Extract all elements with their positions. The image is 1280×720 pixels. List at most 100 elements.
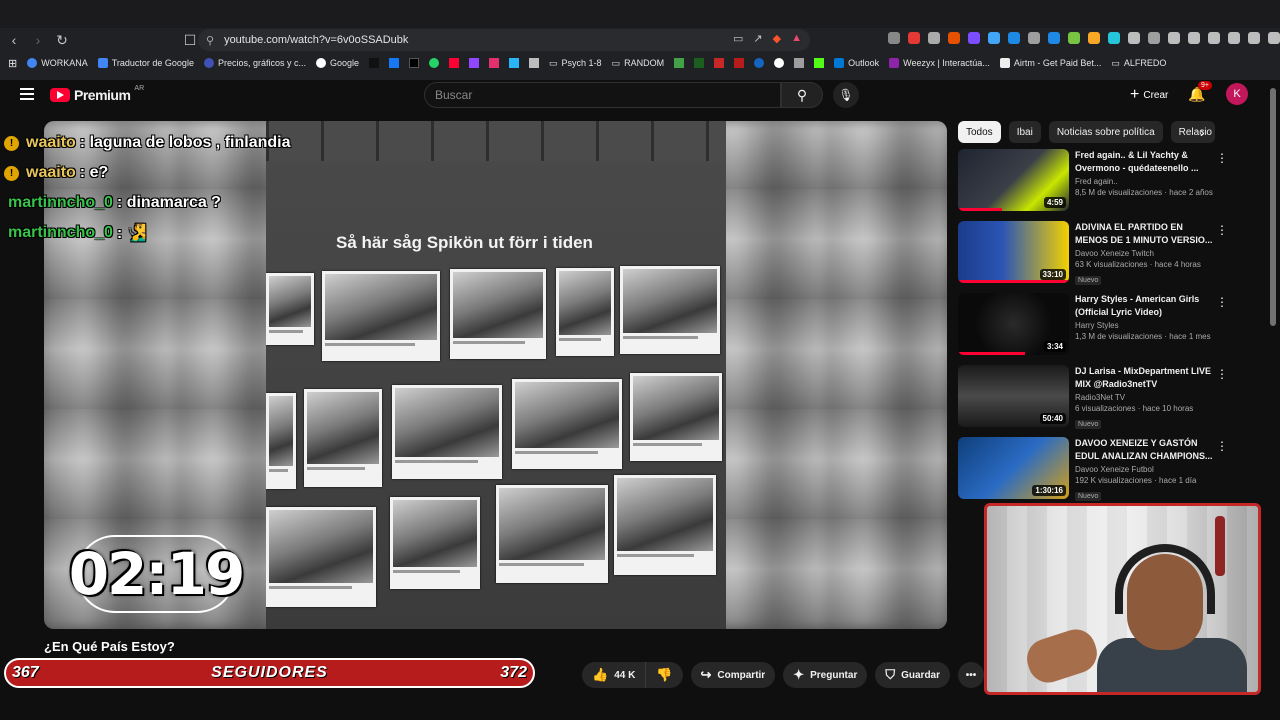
youtube-icon[interactable] bbox=[449, 58, 460, 68]
recommendation-item[interactable]: 1:30:16 DAVOO XENEIZE Y GASTÓN EDUL ANAL… bbox=[958, 437, 1230, 508]
extension-icon[interactable] bbox=[1248, 32, 1260, 44]
chip-politica[interactable]: Noticias sobre política bbox=[1048, 121, 1163, 143]
brave-shield-icon[interactable]: ◆ bbox=[773, 32, 781, 45]
extension-icon[interactable] bbox=[1268, 32, 1280, 44]
video-thumbnail[interactable]: 4:59 bbox=[958, 149, 1069, 211]
notifications-button[interactable]: 🔔 9+ bbox=[1188, 81, 1212, 103]
extension-icon[interactable] bbox=[948, 32, 960, 44]
recommendation-item[interactable]: 3:34 Harry Styles - American Girls (Offi… bbox=[958, 293, 1230, 364]
save-button[interactable]: ⛉ Guardar bbox=[875, 662, 951, 688]
extension-icon[interactable] bbox=[888, 32, 900, 44]
extension-icon[interactable] bbox=[1148, 32, 1160, 44]
kick-icon[interactable] bbox=[814, 58, 825, 68]
more-actions-button[interactable]: ••• bbox=[958, 662, 985, 688]
bookmark-item[interactable]: Outlook bbox=[834, 58, 879, 68]
url-bar[interactable]: ⚲ youtube.com/watch?v=6v0oSSADubk ▭ ↗ ◆ … bbox=[198, 29, 810, 51]
video-thumbnail[interactable]: 33:10 bbox=[958, 221, 1069, 283]
bookmark-icon[interactable] bbox=[674, 58, 685, 68]
chevron-right-icon[interactable]: › bbox=[1200, 124, 1205, 140]
extension-icon[interactable] bbox=[1108, 32, 1120, 44]
channel-name[interactable]: Radio3Net TV bbox=[1075, 393, 1215, 402]
bookmark-item[interactable]: WORKANA bbox=[27, 58, 88, 68]
extension-icon[interactable] bbox=[1168, 32, 1180, 44]
dislike-button[interactable]: 👎 bbox=[646, 662, 683, 688]
kebab-menu-icon[interactable]: ⋮ bbox=[1216, 223, 1228, 237]
kebab-menu-icon[interactable]: ⋮ bbox=[1216, 439, 1228, 453]
tiktok-icon[interactable] bbox=[369, 58, 380, 68]
recommendation-title[interactable]: DJ Larisa - MixDepartment LIVE MIX @Radi… bbox=[1075, 365, 1215, 391]
search-button[interactable]: ⚲ bbox=[781, 82, 823, 108]
avatar[interactable]: K bbox=[1226, 83, 1248, 105]
share-icon[interactable]: ↗ bbox=[753, 32, 762, 45]
bookmark-folder[interactable]: ▭ ALFREDO bbox=[1111, 58, 1166, 69]
video-thumbnail[interactable]: 3:34 bbox=[958, 293, 1069, 355]
extension-icon[interactable] bbox=[1088, 32, 1100, 44]
recommendation-title[interactable]: ADIVINA EL PARTIDO EN MENOS DE 1 MINUTO … bbox=[1075, 221, 1215, 247]
extension-icon[interactable] bbox=[1028, 32, 1040, 44]
youtube-logo[interactable]: Premium AR bbox=[50, 85, 144, 103]
page-scrollbar[interactable] bbox=[1270, 88, 1276, 326]
video-thumbnail[interactable]: 50:40 bbox=[958, 365, 1069, 427]
forward-icon[interactable]: › bbox=[28, 30, 48, 50]
chip-ibai[interactable]: Ibai bbox=[1008, 121, 1041, 143]
bookmark-item[interactable]: Weezyx | Interactúa... bbox=[889, 58, 990, 68]
extension-icon[interactable] bbox=[1208, 32, 1220, 44]
channel-name[interactable]: Fred again.. bbox=[1075, 177, 1215, 186]
like-button[interactable]: 👍 44 K bbox=[582, 662, 647, 688]
bookmark-icon[interactable] bbox=[529, 58, 540, 68]
chip-todos[interactable]: Todos bbox=[958, 121, 1001, 143]
recommendation-title[interactable]: DAVOO XENEIZE Y GASTÓN EDUL ANALIZAN CHA… bbox=[1075, 437, 1215, 463]
site-info-icon[interactable]: ⚲ bbox=[206, 34, 214, 47]
instagram-icon[interactable] bbox=[489, 58, 500, 68]
cast-icon[interactable]: ▭ bbox=[733, 32, 743, 45]
reload-icon[interactable]: ↻ bbox=[52, 30, 72, 50]
rewards-icon[interactable]: ▲ bbox=[791, 32, 802, 45]
extension-icon[interactable] bbox=[928, 32, 940, 44]
bookmark-icon[interactable] bbox=[794, 58, 805, 68]
recommendation-title[interactable]: Fred again.. & Lil Yachty & Overmono - q… bbox=[1075, 149, 1215, 175]
extension-icon[interactable] bbox=[1068, 32, 1080, 44]
recommendation-title[interactable]: Harry Styles - American Girls (Official … bbox=[1075, 293, 1215, 319]
menu-icon[interactable] bbox=[20, 88, 34, 100]
channel-name[interactable]: Davoo Xeneize Twitch bbox=[1075, 249, 1215, 258]
bookmark-icon[interactable] bbox=[774, 58, 785, 68]
chip-relacionados[interactable]: Relacio bbox=[1170, 121, 1215, 143]
x-icon[interactable] bbox=[409, 58, 420, 68]
extension-icon[interactable] bbox=[1048, 32, 1060, 44]
bookmark-icon[interactable] bbox=[694, 58, 705, 68]
extension-icon[interactable] bbox=[968, 32, 980, 44]
bookmark-item[interactable]: Airtm - Get Paid Bet... bbox=[999, 58, 1101, 68]
bookmark-item[interactable]: Precios, gráficos y c... bbox=[203, 58, 306, 68]
recommendation-item[interactable]: 4:59 Fred again.. & Lil Yachty & Overmon… bbox=[958, 149, 1230, 220]
bookmark-icon[interactable] bbox=[714, 58, 725, 68]
facebook-icon[interactable] bbox=[389, 58, 400, 68]
channel-name[interactable]: Davoo Xeneize Futbol bbox=[1075, 465, 1215, 474]
share-button[interactable]: ↪ Compartir bbox=[690, 662, 776, 688]
extension-icon[interactable] bbox=[988, 32, 1000, 44]
extension-icon[interactable] bbox=[1188, 32, 1200, 44]
extension-icon[interactable] bbox=[1008, 32, 1020, 44]
twitch-icon[interactable] bbox=[469, 58, 480, 68]
apps-grid-icon[interactable]: ⊞ bbox=[8, 57, 17, 70]
back-icon[interactable]: ‹ bbox=[4, 30, 24, 50]
create-button[interactable]: + Crear bbox=[1122, 84, 1176, 106]
bookmark-item[interactable]: Traductor de Google bbox=[97, 58, 194, 68]
bookmark-icon[interactable] bbox=[734, 58, 745, 68]
bookmark-folder[interactable]: ▭ Psych 1-8 bbox=[549, 58, 602, 69]
recommendation-item[interactable]: 50:40 DJ Larisa - MixDepartment LIVE MIX… bbox=[958, 365, 1230, 436]
bookmark-star-icon[interactable]: ☐ bbox=[180, 30, 200, 50]
kebab-menu-icon[interactable]: ⋮ bbox=[1216, 367, 1228, 381]
extension-icon[interactable] bbox=[908, 32, 920, 44]
bookmark-folder[interactable]: ▭ RANDOM bbox=[612, 58, 665, 69]
recommendation-item[interactable]: 33:10 ADIVINA EL PARTIDO EN MENOS DE 1 M… bbox=[958, 221, 1230, 292]
channel-name[interactable]: Harry Styles bbox=[1075, 321, 1215, 330]
kebab-menu-icon[interactable]: ⋮ bbox=[1216, 295, 1228, 309]
bookmark-icon[interactable] bbox=[509, 58, 520, 68]
voice-search-button[interactable]: 🎙 bbox=[833, 82, 859, 108]
video-thumbnail[interactable]: 1:30:16 bbox=[958, 437, 1069, 499]
kebab-menu-icon[interactable]: ⋮ bbox=[1216, 151, 1228, 165]
whatsapp-icon[interactable] bbox=[429, 58, 440, 68]
search-input[interactable]: Buscar bbox=[424, 82, 781, 108]
extension-icon[interactable] bbox=[1128, 32, 1140, 44]
bookmark-item[interactable]: Google bbox=[315, 58, 359, 68]
